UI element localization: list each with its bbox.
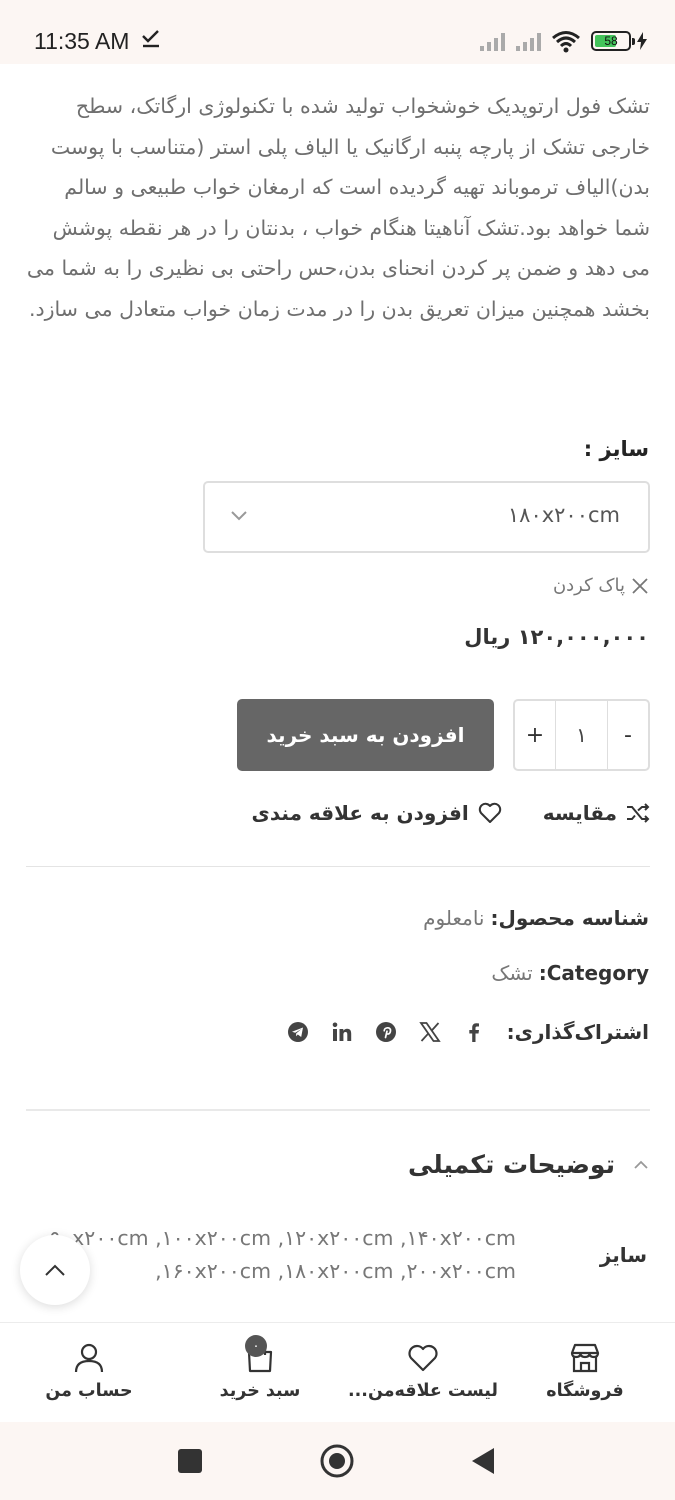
size-select-value: ۱۸۰x۲۰۰cm xyxy=(507,503,620,527)
sku-key: شناسه محصول: xyxy=(490,906,650,930)
additional-info-title: توضیحات تکمیلی xyxy=(407,1150,615,1179)
sku-row: شناسه محصول: نامعلوم xyxy=(423,906,649,930)
attribute-value-size: ۹۰x۲۰۰cm ,۱۰۰x۲۰۰cm ,۱۲۰x۲۰۰cm ,۱۴۰x۲۰۰c… xyxy=(50,1226,516,1283)
chevron-up-icon xyxy=(45,1264,65,1276)
attribute-label-size: سایز xyxy=(599,1243,647,1267)
wifi-icon xyxy=(552,31,580,53)
clear-label: پاک کردن xyxy=(552,575,625,596)
product-price: ۱۲۰,۰۰۰,۰۰۰ ریال xyxy=(464,625,649,649)
sku-value: نامعلوم xyxy=(423,906,485,930)
category-key: Category: xyxy=(538,961,649,985)
product-description: تشک فول ارتوپدیک خوشخواب تولید شده با تک… xyxy=(26,94,650,321)
status-time: 11:35 AM xyxy=(34,28,130,54)
linkedin-icon[interactable] xyxy=(331,1021,353,1043)
additional-info-toggle[interactable]: توضیحات تکمیلی xyxy=(408,1150,649,1179)
download-done-icon xyxy=(142,30,159,48)
toolbar-account-label: حساب من xyxy=(45,1381,133,1401)
clear-selection-link[interactable]: پاک کردن xyxy=(553,575,649,596)
divider xyxy=(26,866,650,867)
compare-button[interactable]: مقایسه xyxy=(543,800,651,826)
size-select[interactable]: ۱۸۰x۲۰۰cm xyxy=(203,481,650,553)
share-row: اشتراک‌گذاری: xyxy=(287,1020,649,1044)
toolbar-wishlist[interactable]: لیست علاقه‌من... xyxy=(348,1341,498,1401)
bottom-toolbar: فروشگاه لیست علاقه‌من... ۰ سبد خرید حساب… xyxy=(0,1322,675,1422)
x-icon[interactable] xyxy=(418,1021,441,1043)
toolbar-cart-label: سبد خرید xyxy=(219,1381,301,1401)
quantity-plus-button[interactable]: + xyxy=(515,701,555,769)
store-icon xyxy=(570,1343,600,1373)
shuffle-icon xyxy=(627,803,650,823)
heart-icon xyxy=(478,802,501,823)
category-row: Category: تشک xyxy=(491,961,649,985)
facebook-icon[interactable] xyxy=(463,1021,485,1043)
add-to-wishlist-button[interactable]: افزودن به علاقه مندی xyxy=(252,800,503,826)
chevron-down-icon xyxy=(231,511,247,521)
pinterest-icon[interactable] xyxy=(375,1021,397,1043)
user-icon xyxy=(74,1343,104,1373)
quantity-stepper: + ۱ - xyxy=(513,699,650,771)
quantity-input[interactable]: ۱ xyxy=(555,701,608,769)
wishlist-label: افزودن به علاقه مندی xyxy=(251,801,469,825)
status-bar: 11:35 AM 58 xyxy=(0,0,675,64)
share-key: اشتراک‌گذاری: xyxy=(506,1020,649,1044)
chevron-up-icon xyxy=(634,1160,648,1169)
system-navigation-bar xyxy=(0,1422,675,1500)
home-icon[interactable] xyxy=(319,1443,355,1479)
signal-icon xyxy=(480,33,505,51)
category-link[interactable]: تشک xyxy=(491,961,532,985)
toolbar-account[interactable]: حساب من xyxy=(14,1341,164,1401)
toolbar-wishlist-label: لیست علاقه‌من... xyxy=(348,1381,498,1401)
toolbar-cart[interactable]: ۰ سبد خرید xyxy=(185,1335,335,1401)
toolbar-shop[interactable]: فروشگاه xyxy=(510,1341,660,1401)
cart-count-badge: ۰ xyxy=(245,1335,267,1357)
close-icon xyxy=(632,577,648,594)
compare-label: مقایسه xyxy=(542,801,617,825)
back-icon[interactable] xyxy=(470,1447,496,1475)
battery-level: 58 xyxy=(604,34,618,48)
size-label: سایز : xyxy=(583,437,649,461)
toolbar-shop-label: فروشگاه xyxy=(546,1381,624,1401)
scroll-to-top-button[interactable] xyxy=(20,1235,90,1305)
heart-icon xyxy=(408,1344,438,1372)
battery-icon: 58 xyxy=(591,31,635,51)
charging-icon xyxy=(637,32,647,50)
recents-icon[interactable] xyxy=(177,1448,203,1474)
add-to-cart-button[interactable]: افزودن به سبد خرید xyxy=(237,699,494,771)
quantity-minus-button[interactable]: - xyxy=(608,701,648,769)
divider-2 xyxy=(26,1109,650,1111)
telegram-icon[interactable] xyxy=(287,1021,309,1043)
signal-icon-2 xyxy=(516,33,541,51)
